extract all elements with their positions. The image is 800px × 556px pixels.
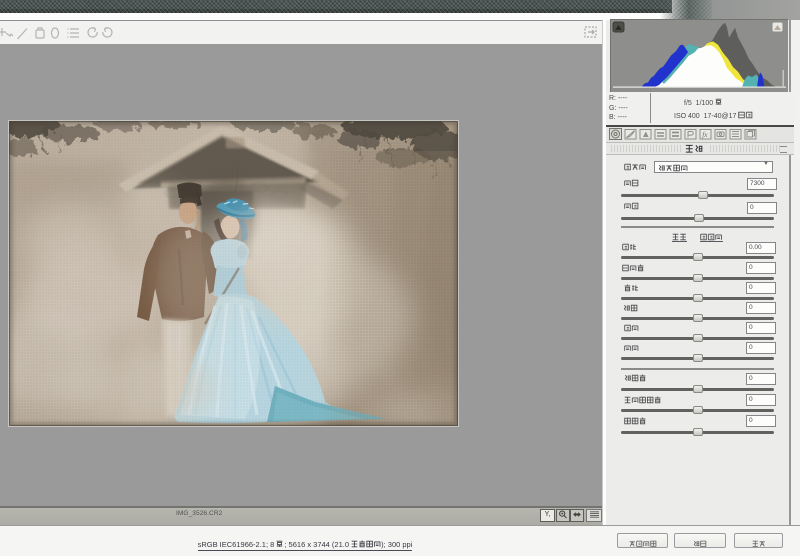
- svg-text:fx: fx: [702, 130, 708, 139]
